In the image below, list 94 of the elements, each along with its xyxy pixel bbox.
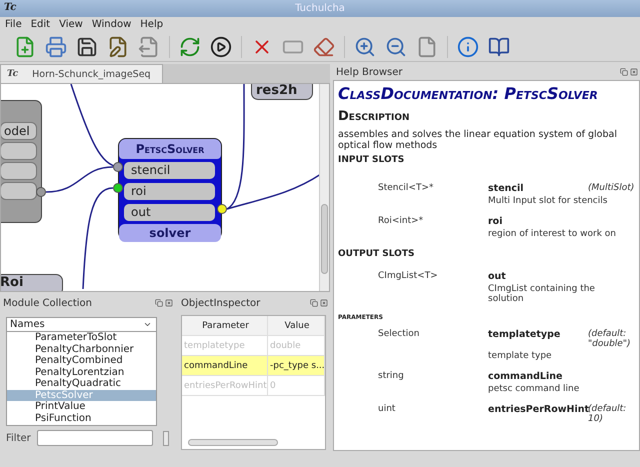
table-cell: 0 <box>268 376 325 395</box>
slot-type: CImgList<T> <box>378 271 439 282</box>
menu-item[interactable]: View <box>59 19 83 30</box>
list-item[interactable]: PsiFunction <box>7 412 156 424</box>
list-item[interactable]: PenaltyCombined <box>7 355 156 366</box>
document-tab[interactable]: Tc Horn-Schunck_imageSeq <box>0 64 163 83</box>
port-dot[interactable] <box>113 183 123 193</box>
slot-name: out <box>488 271 507 282</box>
close-icon[interactable] <box>165 299 173 307</box>
port-dot[interactable] <box>113 162 123 172</box>
reload-icon[interactable] <box>179 36 201 58</box>
slot-label: odel <box>1 122 37 140</box>
save-icon[interactable] <box>76 36 98 58</box>
module-node[interactable]: odel <box>1 100 42 223</box>
float-icon[interactable] <box>310 299 318 307</box>
section-heading: Description <box>338 109 411 124</box>
port-dot[interactable] <box>217 204 227 214</box>
slot-bar <box>1 142 37 160</box>
column-dropdown[interactable]: Names <box>6 317 157 332</box>
parameter-default: (default: "double") <box>588 329 630 349</box>
slot-type: Stencil<T>* <box>378 183 435 194</box>
port-dot[interactable] <box>36 187 46 197</box>
slot-description: region of interest to work on <box>488 229 617 239</box>
info-icon[interactable] <box>457 36 479 58</box>
parameter-description: petsc command line <box>488 384 580 394</box>
table-cell: -pc_type s... <box>268 356 325 375</box>
node-footer: solver <box>119 224 221 242</box>
slot-label: roi <box>124 183 215 200</box>
slot-bar <box>1 182 37 200</box>
module-node[interactable]: res2h <box>251 84 313 100</box>
clear-filter-button[interactable] <box>162 430 169 446</box>
slot-description: CImgList containing the solution <box>488 284 596 304</box>
parameter-name: commandLine <box>488 371 564 382</box>
module-node[interactable]: Roi <box>1 274 63 291</box>
scrollbar[interactable] <box>188 439 278 446</box>
slot-bar <box>1 162 37 180</box>
panel-title: Module Collection <box>3 298 92 308</box>
zoom-in-icon[interactable] <box>354 36 376 58</box>
list-item[interactable]: PrintValue <box>7 401 156 412</box>
description-text: assembles and solves the linear equation system of global optical flow methods <box>338 129 618 151</box>
export-icon[interactable] <box>138 36 160 58</box>
slot-name: stencil <box>488 183 525 194</box>
print-icon[interactable] <box>45 36 67 58</box>
list-item[interactable]: PenaltyLorentzian <box>7 366 156 378</box>
window-title: Tuchulcha <box>295 3 345 14</box>
list-item[interactable]: PenaltyCharbonnier <box>7 344 156 355</box>
menu-item[interactable]: File <box>5 19 22 30</box>
section-heading: OUTPUT SLOTS <box>338 249 416 259</box>
panel-title: Help Browser <box>336 66 402 78</box>
menu-item[interactable]: Help <box>140 19 164 30</box>
parameter-description: template type <box>488 351 553 361</box>
parameter-type: string <box>378 371 405 382</box>
save-as-icon[interactable] <box>107 36 129 58</box>
float-icon[interactable] <box>155 299 163 307</box>
app-logo: Tc <box>4 2 16 13</box>
table-cell: commandLine <box>182 356 268 375</box>
parameter-type: Selection <box>378 329 420 341</box>
new-file-icon[interactable] <box>14 36 36 58</box>
slot-note: (MultiSlot) <box>588 183 634 194</box>
table-row[interactable]: commandLine -pc_type s... <box>182 356 325 376</box>
parameter-type: uint <box>378 404 396 416</box>
slot-type: Roi<int>* <box>378 216 424 227</box>
play-icon[interactable] <box>210 36 232 58</box>
help-icon[interactable] <box>488 36 510 58</box>
float-icon[interactable] <box>620 68 628 76</box>
table-cell: double <box>268 336 325 355</box>
column-header[interactable]: Parameter <box>182 316 268 335</box>
list-item[interactable]: PenaltyQuadratic <box>7 378 156 390</box>
zoom-out-icon[interactable] <box>385 36 407 58</box>
table-cell: templatetype <box>182 336 268 355</box>
panel-title: ObjectInspector <box>181 298 260 308</box>
section-heading: INPUT SLOTS <box>338 155 406 165</box>
parameter-name: templatetype <box>488 329 562 342</box>
clear-icon[interactable] <box>313 36 335 58</box>
slot-label: stencil <box>124 162 215 179</box>
slot-description: Multi Input slot for stencils <box>488 196 608 206</box>
close-icon[interactable] <box>320 299 328 307</box>
parameter-name: entriesPerRowHint <box>488 404 588 415</box>
parameter-default: (default: 10) <box>588 404 626 424</box>
page-icon[interactable] <box>416 36 438 58</box>
filter-field[interactable] <box>36 430 153 446</box>
help-title: ClassDocumentation: PetscSolver <box>338 84 599 103</box>
list-item[interactable]: ParameterToSlot <box>7 332 156 344</box>
column-header[interactable]: Value <box>268 316 325 335</box>
module-node[interactable]: PetscSolver stencil roi out solver <box>118 138 222 240</box>
slot-label: out <box>124 204 215 221</box>
close-icon[interactable] <box>630 68 638 76</box>
slot-name: roi <box>488 216 504 227</box>
filter-label: Filter <box>6 432 31 444</box>
menu-item[interactable]: Edit <box>30 19 50 30</box>
menu-item[interactable]: Window <box>92 19 132 30</box>
scrollbar[interactable] <box>319 84 329 291</box>
table-cell: entriesPerRowHint <box>182 376 268 395</box>
node-title: PetscSolver <box>119 139 221 159</box>
